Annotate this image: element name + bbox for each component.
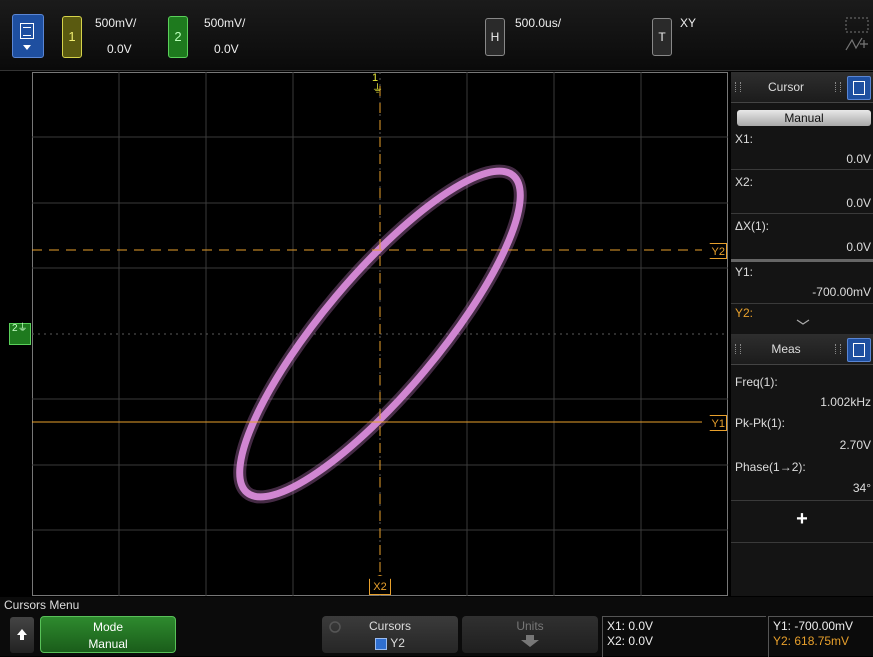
checkbox-icon — [375, 637, 388, 650]
y1-value: -700.00mV — [812, 285, 871, 299]
divider — [731, 542, 873, 543]
channel-1-offset: 0.0V — [107, 42, 132, 56]
top-status-bar: 1 500mV/ 0.0V 2 500mV/ 0.0V H 500.0us/ T… — [0, 0, 873, 71]
channel-1-button[interactable]: 1 — [62, 16, 82, 58]
cursor-panel-menu-icon[interactable] — [847, 76, 871, 100]
cursor-panel-header[interactable]: Cursor — [731, 72, 873, 103]
trigger-mode: XY — [680, 16, 697, 30]
pkpk-value: 2.70V — [839, 438, 871, 452]
cursor-mode-manual-button[interactable]: Manual — [737, 110, 871, 126]
y2-marker-label: Y2 — [711, 246, 725, 258]
meas-panel-menu-icon[interactable] — [847, 338, 871, 362]
add-measurement-button[interactable]: + — [731, 508, 873, 531]
menu-icon — [20, 23, 34, 39]
readout-x1: X1: 0.0V — [607, 619, 654, 633]
y2-label: Y2: — [735, 306, 754, 320]
units-softkey-title: Units — [516, 619, 544, 633]
pkpk-label: Pk-Pk(1): — [735, 416, 786, 430]
ground-icon: ⏚ — [372, 83, 383, 95]
phase-label: Phase(1→2): — [735, 460, 806, 474]
delta-x-value: 0.0V — [846, 240, 871, 254]
divider — [731, 500, 873, 501]
meas-panel-title: Meas — [771, 342, 801, 356]
graticule — [32, 72, 728, 596]
x2-value: 0.0V — [846, 196, 871, 210]
scroll-down-icon[interactable] — [795, 318, 811, 326]
y1-label: Y1: — [735, 265, 754, 279]
arrow-down-icon — [521, 635, 539, 647]
channel-2-scale: 500mV/ — [204, 16, 246, 30]
readout-y-box: Y1: -700.00mV Y2: 618.75mV — [768, 616, 873, 657]
divider — [731, 213, 873, 214]
cursor-panel-title: Cursor — [767, 80, 804, 94]
main-menu-button[interactable] — [12, 14, 44, 58]
freq-label: Freq(1): — [735, 375, 778, 389]
horizontal-scale: 500.0us/ — [515, 16, 562, 30]
ch1-ground-marker[interactable]: 1 ⏚ — [372, 73, 383, 95]
meas-panel-header[interactable]: Meas — [731, 334, 873, 365]
softkey-bar: Cursors Menu Mode Manual Cursors Y2 Unit… — [0, 597, 873, 657]
rotate-knob-icon — [329, 621, 341, 633]
delta-x-label: ΔX(1): — [735, 219, 770, 233]
readout-y1: Y1: -700.00mV — [773, 619, 854, 633]
x2-cursor-marker[interactable]: X2 — [369, 575, 391, 595]
side-panel: Cursor Manual X1: 0.0V X2: 0.0V ΔX(1): 0… — [731, 72, 873, 596]
trigger-button[interactable]: T — [652, 18, 672, 56]
horizontal-button[interactable]: H — [485, 18, 505, 56]
divider — [731, 259, 873, 262]
x2-label: X2: — [735, 175, 754, 189]
divider — [731, 169, 873, 170]
mode-softkey-title: Mode — [92, 620, 124, 634]
drag-handle-icon[interactable] — [835, 82, 841, 92]
x1-label: X1: — [735, 132, 754, 146]
mode-softkey[interactable]: Mode Manual — [40, 616, 176, 653]
drag-handle-icon[interactable] — [835, 344, 841, 354]
ch2-ground-marker[interactable]: 2⏚ — [9, 323, 31, 345]
cursors-softkey[interactable]: Cursors Y2 — [322, 616, 458, 653]
divider — [731, 303, 873, 304]
units-softkey[interactable]: Units — [462, 616, 598, 653]
channel-1-scale: 500mV/ — [95, 16, 137, 30]
menu-title: Cursors Menu — [4, 598, 80, 612]
y1-marker-label: Y1 — [711, 418, 725, 430]
back-up-button[interactable] — [10, 617, 34, 653]
readout-x-box: X1: 0.0V X2: 0.0V — [602, 616, 766, 657]
measurement-tools-icon[interactable] — [842, 14, 870, 56]
channel-2-button[interactable]: 2 — [168, 16, 188, 58]
x2-marker-label: X2 — [373, 581, 387, 593]
freq-value: 1.002kHz — [820, 395, 871, 409]
phase-value: 34° — [852, 481, 871, 495]
cursors-softkey-value: Y2 — [390, 636, 405, 650]
cursors-softkey-title: Cursors — [368, 619, 411, 633]
readout-y2: Y2: 618.75mV — [773, 634, 850, 648]
ground-icon: ⏚ — [17, 323, 28, 334]
mode-softkey-value: Manual — [88, 637, 128, 651]
dropdown-arrow-icon — [23, 45, 31, 50]
cursors-softkey-value-row: Y2 — [322, 635, 458, 652]
x1-value: 0.0V — [846, 152, 871, 166]
readout-x2: X2: 0.0V — [607, 634, 654, 648]
channel-2-offset: 0.0V — [214, 42, 239, 56]
waveform-display[interactable]: 1 ⏚ Y2 Y1 X2 — [32, 72, 728, 596]
